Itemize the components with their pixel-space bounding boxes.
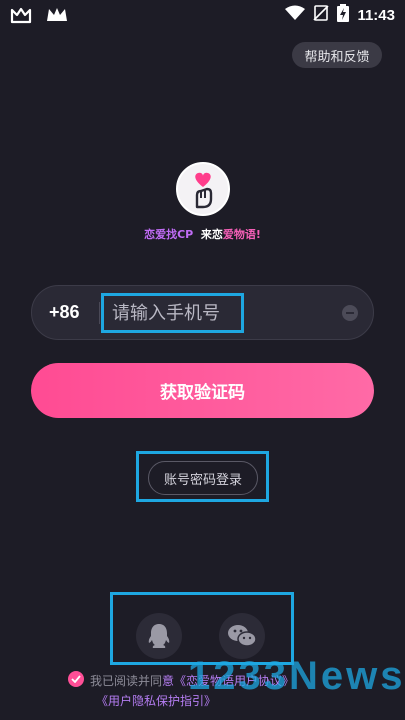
crown-icon: [46, 6, 68, 28]
wifi-icon: [285, 5, 306, 25]
get-verification-code-button[interactable]: 获取验证码: [31, 363, 374, 418]
password-login-button[interactable]: 账号密码登录: [148, 461, 258, 495]
heart-hand-icon: [195, 172, 213, 209]
phone-number-input[interactable]: [112, 296, 312, 330]
app-logo: [176, 162, 230, 216]
qq-icon: [148, 624, 170, 648]
wechat-icon: [228, 625, 257, 647]
wechat-login-button[interactable]: [219, 613, 265, 659]
app-slogan: 恋爱找CP 来恋爱物语!: [144, 228, 261, 241]
app-icon-m: [10, 6, 32, 28]
divider: [99, 302, 100, 324]
help-feedback-button[interactable]: 帮助和反馈: [292, 42, 382, 68]
login-screen: 11:43 帮助和反馈 恋爱找CP 来恋爱物语! +86 获取验证码 账号密码登…: [0, 0, 405, 720]
country-code[interactable]: +86: [49, 302, 80, 323]
agreement-checkbox[interactable]: [68, 671, 84, 687]
status-time: 11:43: [357, 6, 395, 24]
no-sim-icon: [313, 5, 330, 25]
clear-input-icon[interactable]: [341, 304, 359, 322]
phone-input-row: +86: [31, 285, 374, 340]
status-bar: 11:43: [0, 0, 405, 30]
qq-login-button[interactable]: [136, 613, 182, 659]
watermark: 1233News: [188, 654, 405, 698]
battery-charging-icon: [337, 4, 350, 26]
